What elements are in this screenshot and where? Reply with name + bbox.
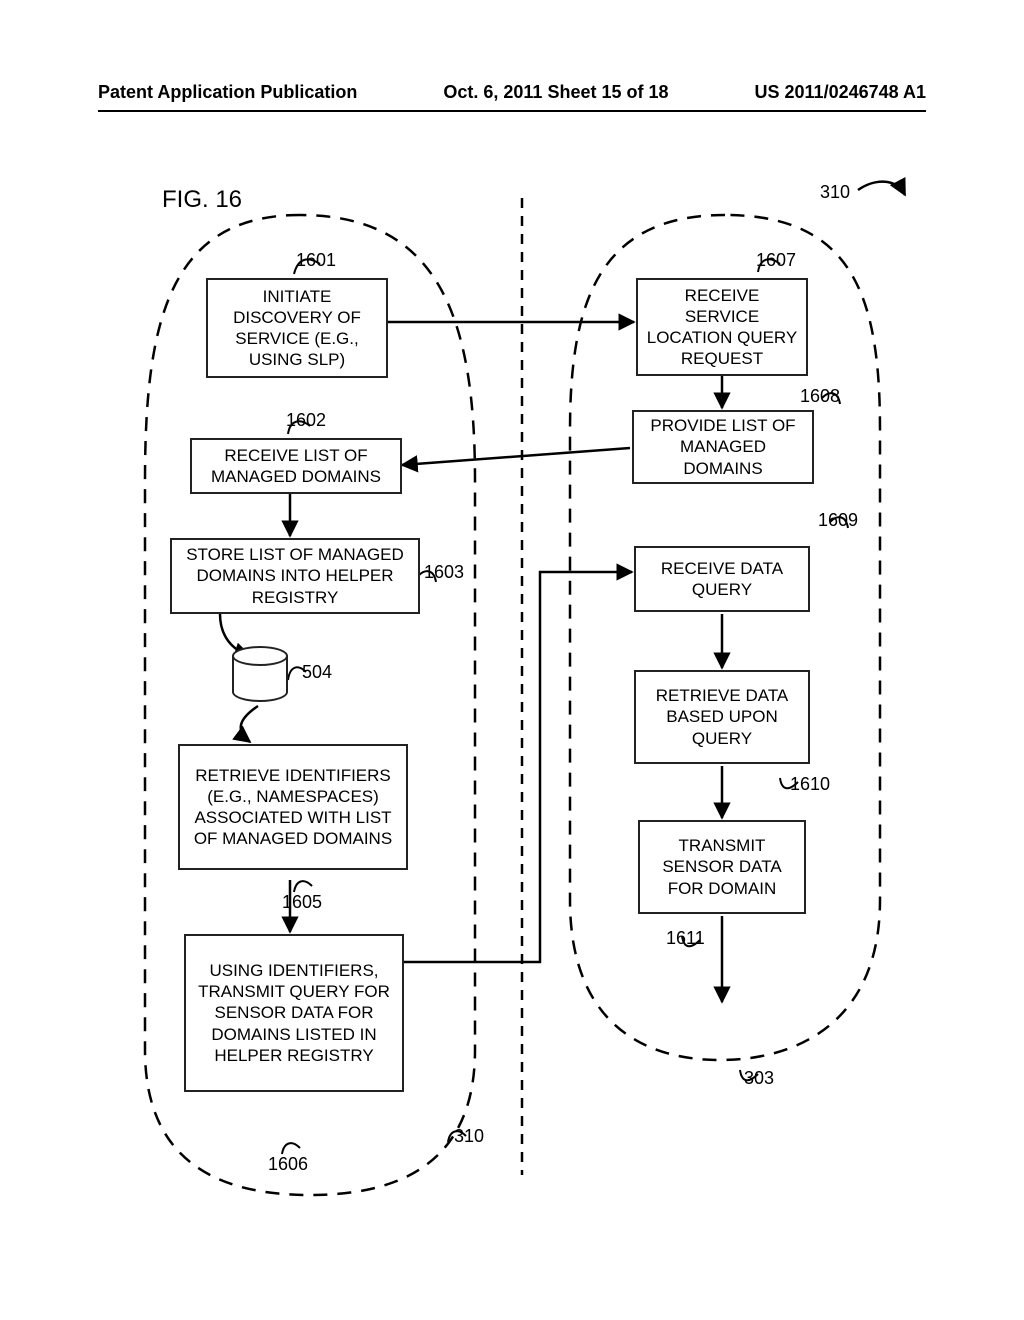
ref-310-top: 310 bbox=[820, 182, 850, 203]
box-text: PROVIDE LIST OF MANAGED DOMAINS bbox=[642, 415, 804, 479]
ref-1602: 1602 bbox=[286, 410, 326, 431]
box-text: USING IDENTIFIERS, TRANSMIT QUERY FOR SE… bbox=[194, 960, 394, 1066]
figure-label: FIG. 16 bbox=[162, 186, 242, 214]
box-text: INITIATE DISCOVERY OF SERVICE (E.G., USI… bbox=[216, 286, 378, 371]
box-store-list-registry: STORE LIST OF MANAGED DOMAINS INTO HELPE… bbox=[170, 538, 420, 614]
box-transmit-query: USING IDENTIFIERS, TRANSMIT QUERY FOR SE… bbox=[184, 934, 404, 1092]
ref-1607: 1607 bbox=[756, 250, 796, 271]
box-text: RETRIEVE IDENTIFIERS (E.G., NAMESPACES) … bbox=[188, 765, 398, 850]
box-provide-list-domains: PROVIDE LIST OF MANAGED DOMAINS bbox=[632, 410, 814, 484]
box-text: TRANSMIT SENSOR DATA FOR DOMAIN bbox=[648, 835, 796, 899]
ref-1601: 1601 bbox=[296, 250, 336, 271]
page: Patent Application Publication Oct. 6, 2… bbox=[0, 0, 1024, 1320]
box-receive-service-location-query: RECEIVE SERVICE LOCATION QUERY REQUEST bbox=[636, 278, 808, 376]
ref-1605: 1605 bbox=[282, 892, 322, 913]
ref-1609: 1609 bbox=[818, 510, 858, 531]
box-receive-data-query: RECEIVE DATA QUERY bbox=[634, 546, 810, 612]
db-icon bbox=[232, 646, 288, 700]
box-retrieve-identifiers: RETRIEVE IDENTIFIERS (E.G., NAMESPACES) … bbox=[178, 744, 408, 870]
ref-1608: 1608 bbox=[800, 386, 840, 407]
box-retrieve-data: RETRIEVE DATA BASED UPON QUERY bbox=[634, 670, 810, 764]
box-text: RECEIVE DATA QUERY bbox=[644, 558, 800, 601]
ref-1606: 1606 bbox=[268, 1154, 308, 1175]
ref-1610: 1610 bbox=[790, 774, 830, 795]
ref-303: 303 bbox=[744, 1068, 774, 1089]
box-text: RETRIEVE DATA BASED UPON QUERY bbox=[644, 685, 800, 749]
box-transmit-sensor-data: TRANSMIT SENSOR DATA FOR DOMAIN bbox=[638, 820, 806, 914]
box-text: RECEIVE LIST OF MANAGED DOMAINS bbox=[200, 445, 392, 488]
ref-310-bottom: 310 bbox=[454, 1126, 484, 1147]
box-text: STORE LIST OF MANAGED DOMAINS INTO HELPE… bbox=[180, 544, 410, 608]
ref-1611: 1611 bbox=[666, 928, 705, 949]
ref-1603: 1603 bbox=[424, 562, 464, 583]
ref-504: 504 bbox=[302, 662, 332, 683]
box-initiate-discovery: INITIATE DISCOVERY OF SERVICE (E.G., USI… bbox=[206, 278, 388, 378]
box-text: RECEIVE SERVICE LOCATION QUERY REQUEST bbox=[646, 285, 798, 370]
diagram-svg bbox=[0, 0, 1024, 1320]
box-receive-list-domains: RECEIVE LIST OF MANAGED DOMAINS bbox=[190, 438, 402, 494]
